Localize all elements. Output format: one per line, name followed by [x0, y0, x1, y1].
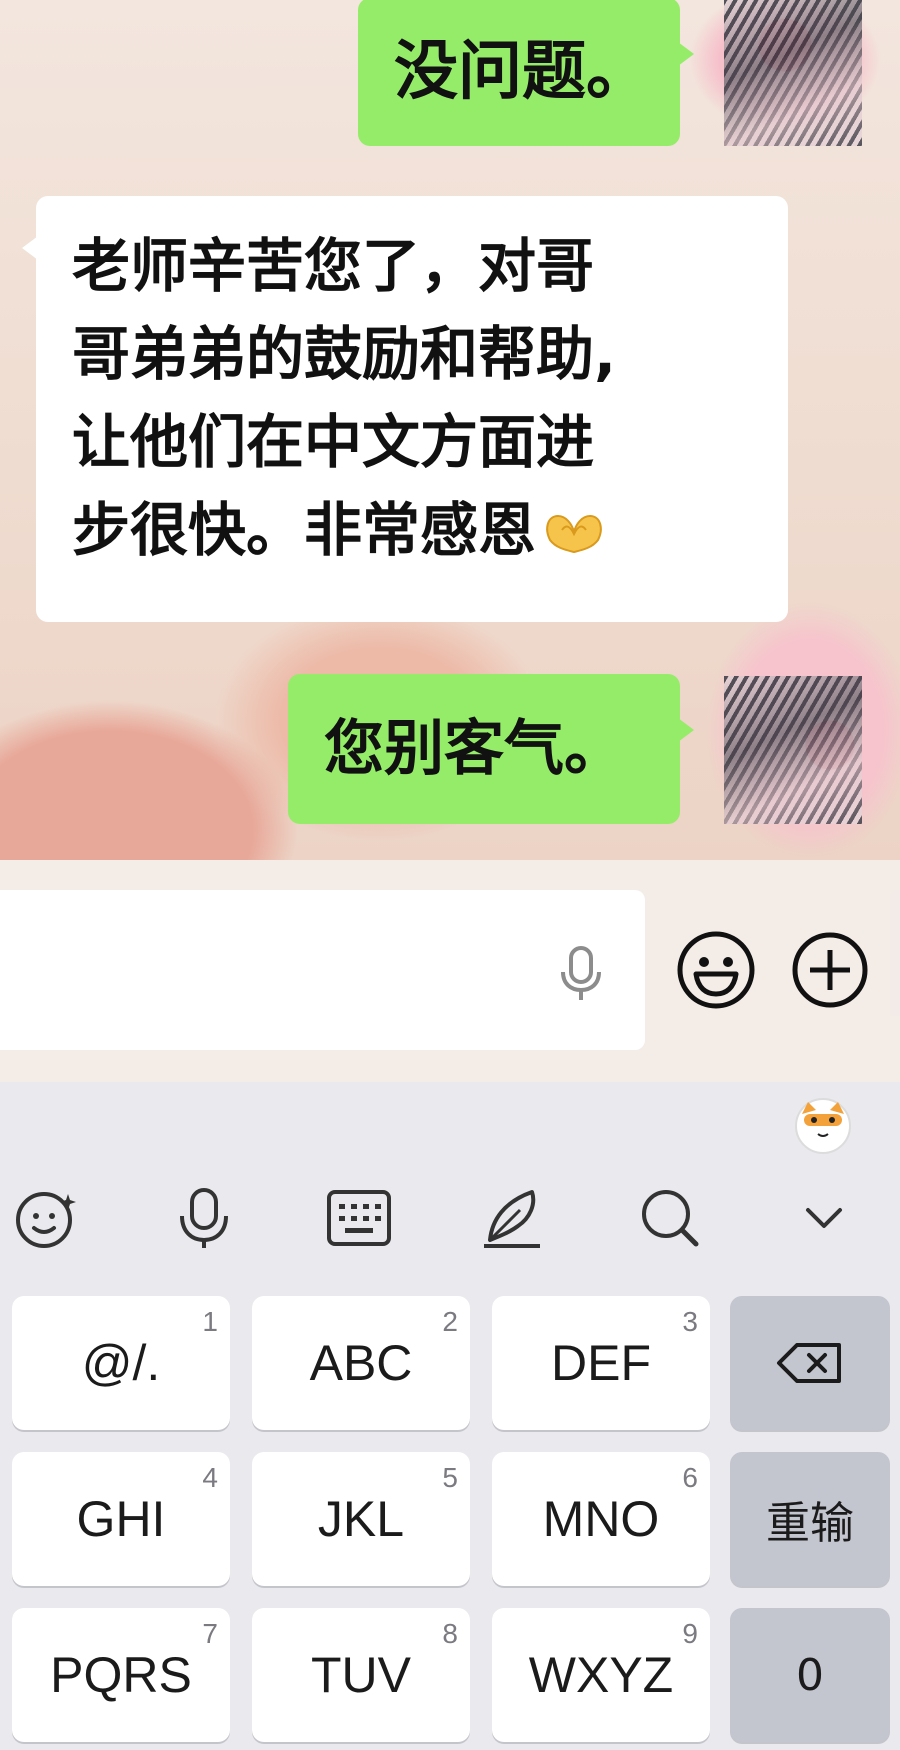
- message-text: 您别客气。: [324, 714, 624, 784]
- key-number: 1: [202, 1306, 218, 1337]
- avatar[interactable]: [724, 676, 862, 824]
- message-line: 哥弟弟的鼓励和帮助,: [72, 320, 617, 388]
- keyboard-mascot-icon[interactable]: [792, 1094, 854, 1154]
- key-label: WXYZ: [528, 1647, 674, 1703]
- key-label: 重输: [766, 1498, 854, 1549]
- emoji-icon[interactable]: [12, 1184, 80, 1252]
- search-icon[interactable]: [636, 1184, 704, 1252]
- key-label: JKL: [317, 1491, 405, 1547]
- key-number: 6: [682, 1462, 698, 1493]
- key-9[interactable]: WXYZ 9: [492, 1608, 710, 1742]
- key-label: GHI: [76, 1491, 166, 1547]
- key-number: 8: [442, 1618, 458, 1649]
- message-line: 老师辛苦您了，对哥: [72, 232, 595, 300]
- retype-key[interactable]: 重输: [730, 1452, 890, 1586]
- emoji-icon[interactable]: [674, 928, 758, 1012]
- plus-icon[interactable]: [790, 930, 870, 1010]
- message-bubble-outgoing[interactable]: 您别客气。: [288, 674, 694, 824]
- key-label: @/.: [81, 1335, 161, 1391]
- zero-key[interactable]: 0: [730, 1608, 890, 1742]
- key-number: 5: [442, 1462, 458, 1493]
- key-number: 9: [682, 1618, 698, 1649]
- key-6[interactable]: MNO 6: [492, 1452, 710, 1586]
- microphone-icon[interactable]: [556, 944, 606, 1004]
- key-number: 4: [202, 1462, 218, 1493]
- input-bar: [0, 860, 900, 1082]
- key-number: 2: [442, 1306, 458, 1337]
- key-7[interactable]: PQRS 7: [12, 1608, 230, 1742]
- key-label: 0: [796, 1649, 824, 1701]
- message-bubble-outgoing[interactable]: 没问题。: [358, 0, 694, 146]
- key-label: ABC: [309, 1335, 413, 1391]
- key-number: 3: [682, 1306, 698, 1337]
- avatar[interactable]: [724, 0, 862, 146]
- key-4[interactable]: GHI 4: [12, 1452, 230, 1586]
- key-3[interactable]: DEF 3: [492, 1296, 710, 1430]
- key-label: DEF: [551, 1335, 651, 1391]
- backspace-icon: [777, 1343, 841, 1383]
- message-line: 让他们在中文方面进: [72, 408, 595, 476]
- message-line-with-emoji: 步很快。非常感恩: [72, 486, 788, 574]
- keyboard-icon[interactable]: [325, 1184, 393, 1252]
- voice-icon[interactable]: [170, 1184, 238, 1252]
- message-line: 步很快。非常感恩: [72, 496, 537, 564]
- collapse-keyboard-icon[interactable]: [790, 1184, 858, 1252]
- key-5[interactable]: JKL 5: [252, 1452, 470, 1586]
- chat-area: 没问题。 老师辛苦您了，对哥 哥弟弟的鼓励和帮助, 让他们在中文方面进 步很快。…: [0, 0, 900, 860]
- message-bubble-incoming[interactable]: 老师辛苦您了，对哥 哥弟弟的鼓励和帮助, 让他们在中文方面进 步很快。非常感恩: [22, 196, 788, 622]
- key-label: TUV: [311, 1647, 411, 1703]
- heart-hands-emoji-icon: [546, 514, 602, 554]
- key-number: 7: [202, 1618, 218, 1649]
- key-8[interactable]: TUV 8: [252, 1608, 470, 1742]
- handwriting-icon[interactable]: [480, 1184, 548, 1252]
- message-input[interactable]: [0, 890, 645, 1050]
- key-label: PQRS: [50, 1647, 192, 1703]
- key-1[interactable]: @/. 1: [12, 1296, 230, 1430]
- message-text: 没问题。: [394, 35, 650, 109]
- key-2[interactable]: ABC 2: [252, 1296, 470, 1430]
- key-label: MNO: [542, 1491, 660, 1547]
- backspace-key[interactable]: [730, 1296, 890, 1430]
